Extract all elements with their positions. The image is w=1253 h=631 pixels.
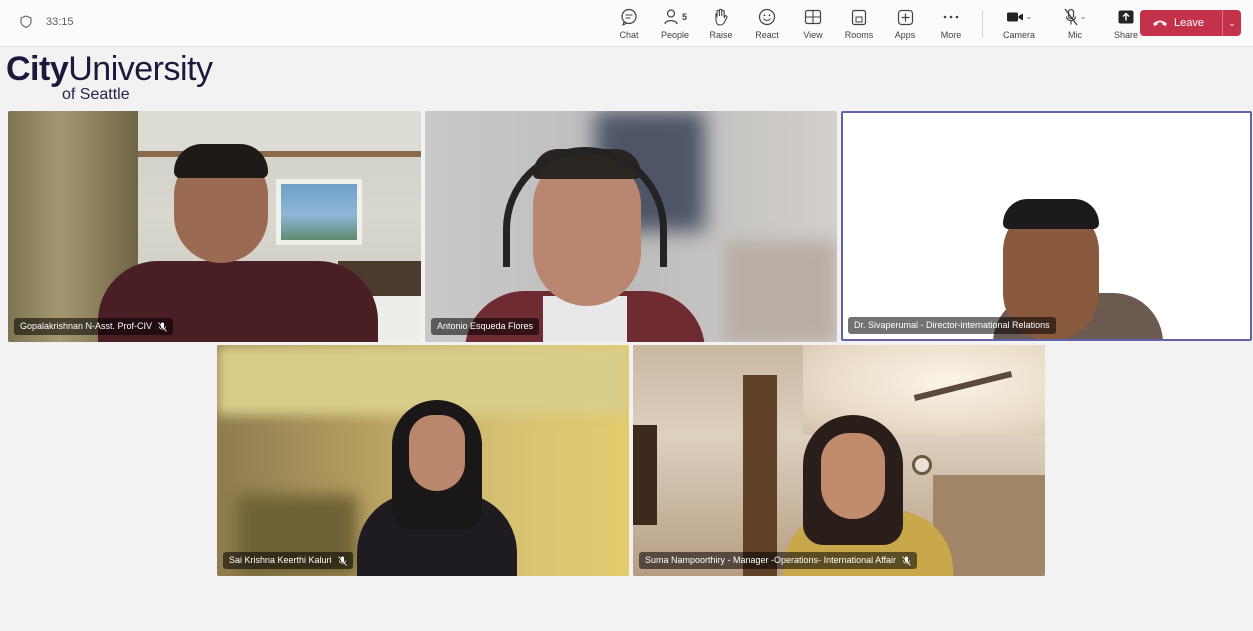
camera-button[interactable]: ⌄ Camera bbox=[991, 6, 1047, 40]
participant-hair bbox=[174, 144, 268, 178]
share-icon bbox=[1118, 10, 1134, 24]
video-tile-suma[interactable]: Suma Nampoorthiry - Manager -Operations-… bbox=[633, 345, 1045, 576]
leave-button[interactable]: Leave ⌄ bbox=[1140, 10, 1241, 36]
raise-hand-button[interactable]: Raise bbox=[698, 6, 744, 40]
mic-off-icon bbox=[158, 321, 167, 332]
view-button[interactable]: View bbox=[790, 6, 836, 40]
toolbar-divider bbox=[982, 10, 983, 38]
leave-label: Leave bbox=[1174, 17, 1204, 29]
mic-off-icon bbox=[902, 555, 911, 566]
react-button[interactable]: React bbox=[744, 6, 790, 40]
participant-head bbox=[409, 415, 465, 491]
participant-name-tag: Antonio Esqueda Flores bbox=[431, 318, 540, 335]
chat-label: Chat bbox=[619, 30, 639, 40]
toolbar-actions: Chat 5 People Raise React View Rooms App… bbox=[606, 6, 1149, 42]
raise-label: Raise bbox=[709, 30, 733, 40]
participant-name-tag: Sai Krishna Keerthi Kaluri bbox=[223, 552, 353, 569]
chat-icon bbox=[621, 8, 637, 26]
mic-off-icon bbox=[337, 555, 347, 566]
video-tile-gopalakrishnan[interactable]: Gopalakrishnan N-Asst. Prof-CIV bbox=[8, 111, 421, 342]
people-count-badge: 5 bbox=[681, 12, 687, 22]
participant-hair bbox=[1003, 199, 1099, 229]
mic-off-icon bbox=[1064, 8, 1078, 26]
meeting-toolbar: 33:15 Chat 5 People Raise React View Roo… bbox=[0, 0, 1253, 47]
wall-clock bbox=[912, 455, 932, 475]
participant-name-tag: Gopalakrishnan N-Asst. Prof-CIV bbox=[14, 318, 174, 335]
people-label: People bbox=[660, 30, 690, 40]
view-grid-icon bbox=[804, 9, 822, 25]
react-label: React bbox=[755, 30, 779, 40]
camera-options-chevron-icon[interactable]: ⌄ bbox=[1026, 12, 1033, 22]
people-button[interactable]: 5 People bbox=[652, 6, 698, 40]
more-label: More bbox=[940, 30, 962, 40]
apps-icon bbox=[897, 9, 913, 25]
video-tile-antonio[interactable]: Antonio Esqueda Flores bbox=[425, 111, 837, 342]
meeting-timer: 33:15 bbox=[20, 15, 74, 28]
video-tile-sivaperumal[interactable]: Dr. Sivaperumal - Director-international… bbox=[841, 111, 1252, 341]
video-tile-sai-krishna[interactable]: Sai Krishna Keerthi Kaluri bbox=[217, 345, 629, 576]
logo-city: City bbox=[6, 50, 69, 88]
door-frame bbox=[743, 375, 777, 576]
wall-frame bbox=[633, 425, 657, 525]
raise-hand-icon bbox=[715, 8, 728, 26]
more-icon bbox=[943, 15, 959, 19]
participant-name: Gopalakrishnan N-Asst. Prof-CIV bbox=[20, 321, 153, 331]
view-label: View bbox=[803, 30, 823, 40]
participant-name: Suma Nampoorthiry - Manager -Operations-… bbox=[645, 555, 896, 565]
rooms-button[interactable]: Rooms bbox=[836, 6, 882, 40]
participant-name-tag: Dr. Sivaperumal - Director-international… bbox=[848, 317, 1056, 334]
participant-name-tag: Suma Nampoorthiry - Manager -Operations-… bbox=[639, 552, 917, 569]
rooms-icon bbox=[851, 9, 867, 25]
more-button[interactable]: More bbox=[928, 6, 974, 40]
participant-name: Sai Krishna Keerthi Kaluri bbox=[229, 555, 332, 565]
logo-of-seattle: of Seattle bbox=[62, 86, 130, 103]
chat-button[interactable]: Chat bbox=[606, 6, 652, 40]
mic-options-chevron-icon[interactable]: ⌄ bbox=[1080, 12, 1087, 22]
timer-text: 33:15 bbox=[46, 15, 74, 28]
mic-label: Mic bbox=[1068, 30, 1082, 40]
participant-name: Dr. Sivaperumal - Director-international… bbox=[854, 320, 1050, 330]
ceiling bbox=[138, 111, 421, 156]
mic-button[interactable]: ⌄ Mic bbox=[1047, 6, 1103, 40]
people-icon bbox=[664, 9, 678, 25]
participant-name: Antonio Esqueda Flores bbox=[437, 321, 534, 331]
city-university-logo: CityUniversity of Seattle bbox=[6, 50, 213, 103]
leave-options-chevron-icon[interactable]: ⌄ bbox=[1223, 18, 1241, 29]
apps-button[interactable]: Apps bbox=[882, 6, 928, 40]
phone-hangup-icon bbox=[1153, 20, 1167, 26]
wall-painting bbox=[276, 179, 362, 245]
react-icon bbox=[758, 8, 776, 26]
rooms-label: Rooms bbox=[844, 30, 874, 40]
logo-university: University bbox=[68, 50, 213, 88]
apps-label: Apps bbox=[894, 30, 916, 40]
shield-icon bbox=[20, 15, 32, 28]
camera-icon bbox=[1006, 12, 1023, 22]
participant-head bbox=[821, 433, 885, 519]
blurred-shelf bbox=[725, 241, 837, 342]
camera-label: Camera bbox=[1002, 30, 1035, 40]
